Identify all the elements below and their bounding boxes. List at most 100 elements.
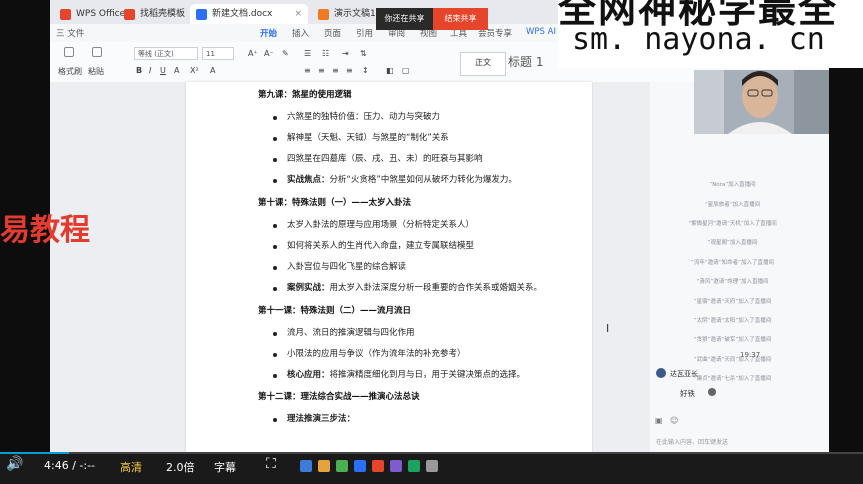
lesson-9-title: 第九课：煞星的使用逻辑 [258, 90, 352, 100]
menu-home[interactable]: 开始 [260, 27, 277, 39]
chat-join-message: “星宿”邀请“天府”加入了直播间 [693, 299, 772, 305]
stop-sharing-button[interactable]: 结束共享 [433, 8, 488, 30]
list-item: 解神星（天魁、天钺）与煞星的“制化”关系 [287, 133, 449, 143]
indent-icon[interactable]: ⇥ [342, 48, 349, 60]
style-heading-1[interactable]: 标题 1 [508, 53, 543, 70]
host-avatar [656, 368, 666, 378]
bullet [273, 418, 277, 422]
taskbar-icon[interactable] [426, 460, 438, 472]
chat-message: 好铁 [680, 389, 695, 398]
line-spacing-icon[interactable]: ↕ [362, 65, 369, 77]
text-effects-icon[interactable]: ✎ [282, 48, 289, 60]
tab-templates[interactable]: 找稻壳模板 [118, 4, 185, 24]
align-center-icon[interactable]: ≡ [318, 65, 325, 77]
emoji-picker-icon[interactable]: ☺ [670, 416, 678, 425]
menu-page[interactable]: 页面 [324, 27, 341, 39]
chat-join-message: “星辰旅者”加入直播间 [704, 202, 761, 208]
format-painter-icon[interactable] [64, 47, 74, 57]
presenter-camera [694, 70, 829, 134]
playback-time: 4:46 / -:-- [44, 459, 96, 472]
format-painter-label: 格式刷 [58, 67, 82, 76]
justify-icon[interactable]: ≡ [346, 65, 353, 77]
superscript-icon[interactable]: X² [190, 65, 199, 77]
list-item: 如何将关系人的生肖代入命盘，建立专属联结模型 [287, 241, 475, 251]
font-size-select[interactable]: 11 [202, 47, 234, 60]
ppt-icon [318, 9, 329, 20]
taskbar-icon[interactable] [372, 460, 384, 472]
numbered-list-icon[interactable]: ☷ [322, 48, 329, 60]
taskbar-icon[interactable] [300, 460, 312, 472]
taskbar-icon[interactable] [390, 460, 402, 472]
tab-wps-office[interactable]: WPS Office [54, 4, 125, 24]
chat-join-message: “流年”邀请“知命者”加入了直播间 [691, 260, 774, 266]
border-icon[interactable]: ▢ [402, 65, 410, 77]
presenter-image [694, 70, 829, 134]
fullscreen-icon[interactable]: ⛶ [266, 456, 276, 472]
watermark-url: sm. nayona. cn [572, 22, 825, 57]
style-normal[interactable]: 正文 [460, 52, 506, 76]
subtitle-button[interactable]: 字幕 [214, 459, 236, 475]
align-left-icon[interactable]: ≡ [304, 65, 311, 77]
list-item: 实战焦点：分析“火贪格”中煞星如何从破坏力转化为爆发力。 [287, 175, 517, 185]
font-color-icon[interactable]: A [174, 65, 179, 77]
bullet [273, 332, 277, 336]
list-item: 小限法的应用与争议（作为流年法的补充参考） [287, 349, 466, 359]
bullet [273, 245, 277, 249]
shading-icon[interactable]: ◧ [386, 65, 394, 77]
chat-join-message: “贪狼”邀请“破军”加入了直播间 [693, 337, 772, 343]
bullet [273, 374, 277, 378]
menu-wps-ai[interactable]: WPS AI [526, 27, 556, 37]
taskbar-icon[interactable] [336, 460, 348, 472]
quality-button[interactable]: 高清 [120, 459, 142, 475]
list-item: 入卦宫位与四化飞星的综合解读 [287, 262, 407, 272]
emoji-icon [708, 388, 716, 396]
list-item: 太岁入卦法的原理与应用场景（分析特定关系人） [287, 220, 475, 230]
close-icon[interactable]: × [294, 4, 302, 24]
taskbar-icons [300, 460, 452, 474]
volume-icon[interactable]: 🔊 [6, 456, 23, 472]
menu-file[interactable]: 三 文件 [56, 27, 84, 39]
watermark-left: 易教程 [0, 213, 90, 248]
menu-references[interactable]: 引用 [356, 27, 373, 39]
paste-label: 粘贴 [88, 67, 104, 76]
underline-icon[interactable]: U [160, 65, 166, 77]
bullet [273, 158, 277, 162]
menu-insert[interactable]: 插入 [292, 27, 309, 39]
sort-icon[interactable]: ⇅ [360, 48, 367, 60]
tab-document[interactable]: 新建文档.docx × [190, 4, 308, 24]
progress-track[interactable] [0, 452, 863, 454]
host-name: 达瓦亚长 [670, 370, 698, 378]
bullet [273, 353, 277, 357]
chat-join-message: “太阴”邀请“太阳”加入了直播间 [693, 318, 772, 324]
tab-presentation[interactable]: 演示文稿1 [312, 4, 376, 24]
chat-join-message: “清风”邀请“命理”加入直播间 [696, 279, 769, 285]
font-select[interactable]: 等线 (正文) [134, 47, 198, 60]
bold-icon[interactable]: B [136, 65, 142, 77]
lesson-10-title: 第十课：特殊法则（一）——太岁入卦法 [258, 198, 412, 208]
italic-icon[interactable]: I [149, 65, 151, 77]
video-frame: WPS Office 找稻壳模板 新建文档.docx× 演示文稿1 + 三 文件… [0, 0, 863, 484]
align-right-icon[interactable]: ≡ [332, 65, 339, 77]
chat-input[interactable]: 在此输入内容，回车键发送 [656, 437, 728, 446]
bullet-list-icon[interactable]: ☰ [304, 48, 311, 60]
bullet [273, 266, 277, 270]
bullet [273, 116, 277, 120]
chat-join-message: “紫微星河”邀请“天机”加入了直播间 [688, 221, 777, 227]
chat-join-message: “Nora”加入直播间 [709, 182, 756, 188]
sharing-status: 你还在共享 [376, 8, 433, 30]
bullet [273, 287, 277, 291]
bullet [273, 224, 277, 228]
taskbar-icon[interactable] [318, 460, 330, 472]
taskbar-icon[interactable] [408, 460, 420, 472]
highlight-icon[interactable]: A [210, 65, 215, 77]
bullet [273, 137, 277, 141]
shrink-font-icon[interactable]: A⁻ [264, 48, 274, 60]
image-icon[interactable]: ▣ [655, 416, 663, 425]
speed-button[interactable]: 2.0倍 [166, 459, 195, 475]
chat-join-message: “武曲”邀请“天同”加入了直播间 [693, 357, 772, 363]
grow-font-icon[interactable]: A⁺ [248, 48, 258, 60]
progress-fill [0, 452, 70, 454]
taskbar-icon[interactable] [354, 460, 366, 472]
paste-icon[interactable] [92, 47, 102, 57]
doc-icon [196, 9, 207, 20]
